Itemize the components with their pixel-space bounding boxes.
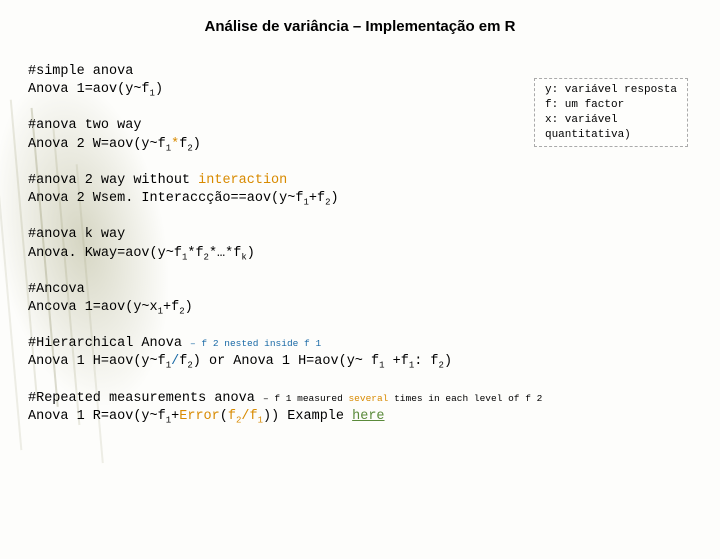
code-block-hierarchical: #Hierarchical Anova – f 2 nested inside … bbox=[28, 335, 692, 371]
code-line: Anova 1 R=aov(y~f1+Error(f2/f1)) Example… bbox=[28, 408, 692, 426]
code-line: Anova 1 H=aov(y~f1/f2) or Anova 1 H=aov(… bbox=[28, 353, 692, 371]
comment: #Repeated measurements anova – f 1 measu… bbox=[28, 390, 692, 408]
example-link[interactable]: here bbox=[352, 409, 384, 424]
code-block-repeated: #Repeated measurements anova – f 1 measu… bbox=[28, 390, 692, 426]
code-block-two-way-no-interaction: #anova 2 way without interaction Anova 2… bbox=[28, 172, 692, 208]
legend-line: y: variável resposta bbox=[545, 83, 677, 98]
code-line: Anova 2 Wsem. Interaccção==aov(y~f1+f2) bbox=[28, 190, 692, 208]
legend-box: y: variável resposta f: um factor x: var… bbox=[534, 78, 688, 147]
error-keyword: Error bbox=[179, 409, 220, 424]
comment: #anova 2 way without interaction bbox=[28, 172, 692, 190]
slide-content: Análise de variância – Implementação em … bbox=[0, 0, 720, 462]
inline-note: – f 2 nested inside f 1 bbox=[190, 338, 321, 349]
page-title: Análise de variância – Implementação em … bbox=[28, 18, 692, 35]
highlight-word: interaction bbox=[198, 173, 287, 188]
inline-note: – f 1 measured several times in each lev… bbox=[263, 393, 542, 404]
code-line: Ancova 1=aov(y~x1+f2) bbox=[28, 299, 692, 317]
legend-line: f: um factor bbox=[545, 98, 677, 113]
comment: #anova k way bbox=[28, 226, 692, 244]
legend-line: x: variável bbox=[545, 113, 677, 128]
comment: #Ancova bbox=[28, 281, 692, 299]
comment: #Hierarchical Anova – f 2 nested inside … bbox=[28, 335, 692, 353]
code-line: Anova. Kway=aov(y~f1*f2*…*fk) bbox=[28, 245, 692, 263]
legend-line: quantitativa) bbox=[545, 128, 677, 143]
code-block-ancova: #Ancova Ancova 1=aov(y~x1+f2) bbox=[28, 281, 692, 317]
code-block-kway: #anova k way Anova. Kway=aov(y~f1*f2*…*f… bbox=[28, 226, 692, 262]
